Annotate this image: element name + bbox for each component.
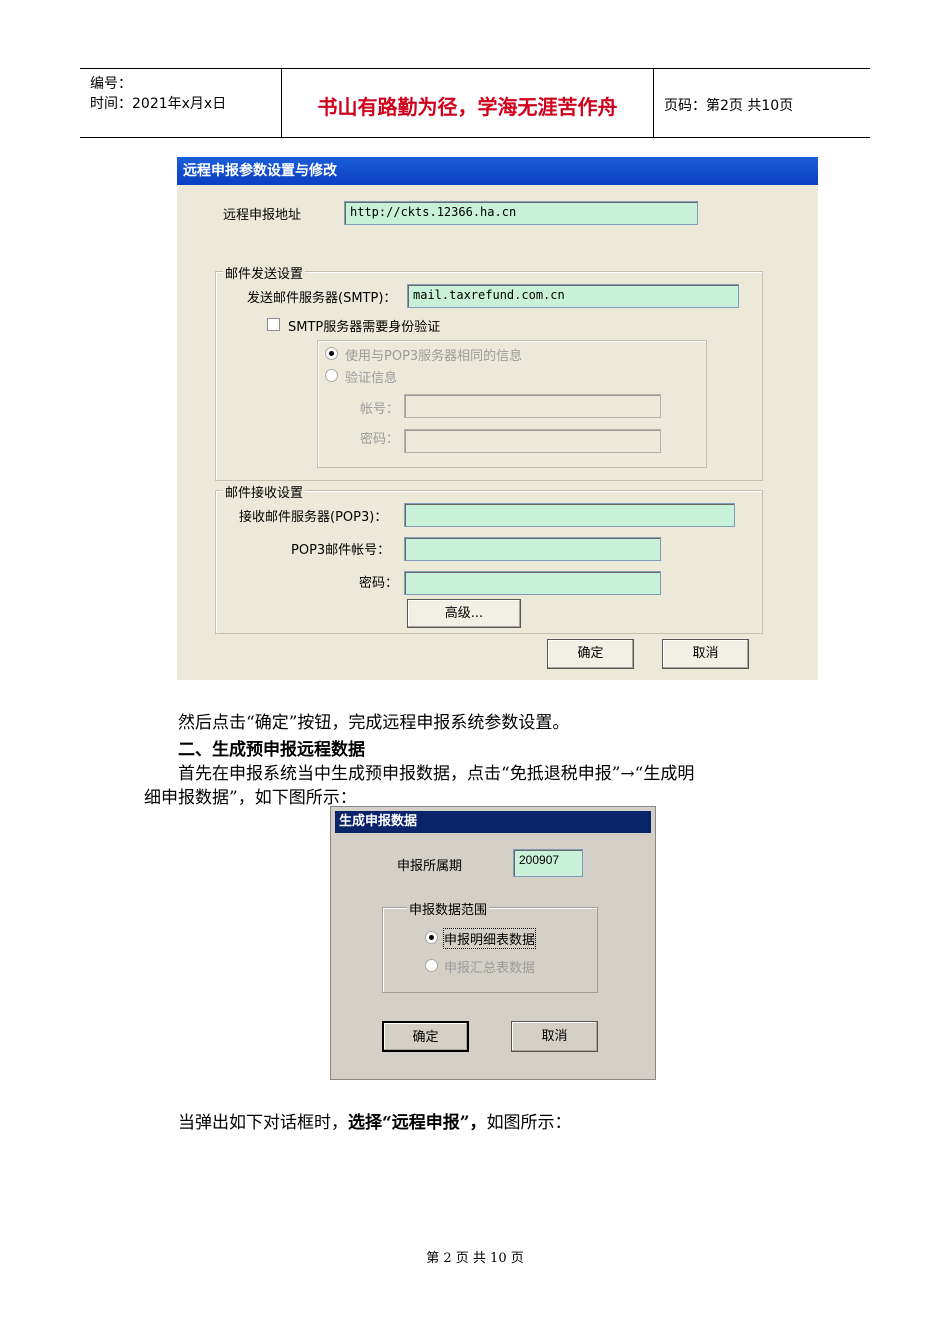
radio-detail-data-label: 申报明细表数据 bbox=[442, 928, 537, 949]
smtp-password-label: 密码： bbox=[360, 432, 400, 447]
smtp-account-label: 帐号： bbox=[360, 402, 400, 417]
header-meta-cell: 编号： 时间：2021年x月x日 bbox=[80, 69, 282, 137]
cancel-button[interactable]: 取消 bbox=[511, 1021, 598, 1052]
smtp-auth-checkbox[interactable] bbox=[267, 318, 280, 331]
pop3-server-input[interactable] bbox=[404, 503, 735, 527]
document-date: 时间：2021年x月x日 bbox=[90, 96, 227, 112]
paragraph-select-remote-tail: 如图所示： bbox=[486, 1113, 572, 1133]
page-header: 编号： 时间：2021年x月x日 书山有路勤为径，学海无涯苦作舟 页码：第2页 … bbox=[80, 68, 870, 138]
cancel-button[interactable]: 取消 bbox=[662, 639, 749, 669]
paragraph-select-remote: 当弹出如下对话框时，选择“远程申报”，如图所示： bbox=[178, 1108, 572, 1133]
document-number: 编号： bbox=[90, 76, 132, 92]
smtp-account-input[interactable] bbox=[404, 394, 661, 418]
generate-filing-data-dialog: 生成申报数据 申报所属期 200907 申报数据范围 申报明细表数据 申报汇总表… bbox=[330, 806, 656, 1080]
pop3-password-label: 密码： bbox=[359, 576, 399, 591]
radio-auth-info-label: 验证信息 bbox=[345, 371, 398, 386]
filing-period-label: 申报所属期 bbox=[397, 859, 463, 874]
advanced-button[interactable]: 高级... bbox=[407, 599, 521, 628]
dialog-title-bar: 远程申报参数设置与修改 bbox=[177, 157, 818, 185]
header-page-number: 页码：第2页 共10页 bbox=[664, 98, 794, 114]
dialog-title: 远程申报参数设置与修改 bbox=[183, 163, 337, 179]
header-page-cell: 页码：第2页 共10页 bbox=[654, 69, 870, 137]
smtp-server-input[interactable]: mail.taxrefund.com.cn bbox=[407, 284, 739, 308]
header-motto: 书山有路勤为径，学海无涯苦作舟 bbox=[317, 95, 618, 119]
remote-filing-settings-dialog: 远程申报参数设置与修改 远程申报地址 http://ckts.12366.ha.… bbox=[177, 157, 818, 680]
remote-address-label: 远程申报地址 bbox=[223, 208, 302, 223]
paragraph-generate-line2: 细申报数据”，如下图所示： bbox=[144, 788, 357, 808]
ok-button[interactable]: 确定 bbox=[382, 1021, 469, 1052]
radio-summary-data-label: 申报汇总表数据 bbox=[444, 961, 536, 976]
pop3-server-label: 接收邮件服务器(POP3)： bbox=[239, 510, 388, 525]
pop3-account-input[interactable] bbox=[404, 537, 661, 561]
dialog-title-bar: 生成申报数据 bbox=[335, 811, 651, 833]
pop3-account-label: POP3邮件帐号： bbox=[291, 543, 391, 558]
pop3-password-input[interactable] bbox=[404, 571, 661, 595]
smtp-server-label: 发送邮件服务器(SMTP)： bbox=[247, 291, 397, 306]
radio-detail-data[interactable] bbox=[425, 931, 438, 944]
paragraph-select-remote-bold: 选择“远程申报”， bbox=[348, 1113, 487, 1133]
mail-receive-group-title: 邮件接收设置 bbox=[223, 482, 306, 501]
mail-send-group-title: 邮件发送设置 bbox=[223, 263, 306, 282]
header-motto-cell: 书山有路勤为径，学海无涯苦作舟 bbox=[282, 69, 654, 137]
smtp-password-input[interactable] bbox=[404, 429, 661, 453]
paragraph-select-remote-lead: 当弹出如下对话框时， bbox=[178, 1113, 348, 1133]
data-scope-group-title: 申报数据范围 bbox=[407, 899, 490, 918]
radio-same-as-pop3-label: 使用与POP3服务器相同的信息 bbox=[345, 349, 523, 364]
radio-summary-data[interactable] bbox=[425, 959, 438, 972]
radio-same-as-pop3[interactable] bbox=[325, 347, 338, 360]
smtp-auth-checkbox-label: SMTP服务器需要身份验证 bbox=[288, 320, 441, 335]
dialog-title: 生成申报数据 bbox=[339, 814, 418, 829]
data-scope-group bbox=[382, 907, 598, 993]
remote-address-input[interactable]: http://ckts.12366.ha.cn bbox=[344, 201, 698, 225]
radio-auth-info[interactable] bbox=[325, 369, 338, 382]
section-heading: 二、生成预申报远程数据 bbox=[178, 740, 365, 760]
filing-period-input[interactable]: 200907 bbox=[513, 849, 583, 877]
page-footer: 第 2 页 共 10 页 bbox=[426, 1251, 524, 1266]
paragraph-confirm: 然后点击“确定”按钮，完成远程申报系统参数设置。 bbox=[178, 713, 570, 733]
paragraph-generate-line1: 首先在申报系统当中生成预申报数据，点击“免抵退税申报”→“生成明 bbox=[178, 764, 695, 784]
ok-button[interactable]: 确定 bbox=[547, 639, 634, 669]
